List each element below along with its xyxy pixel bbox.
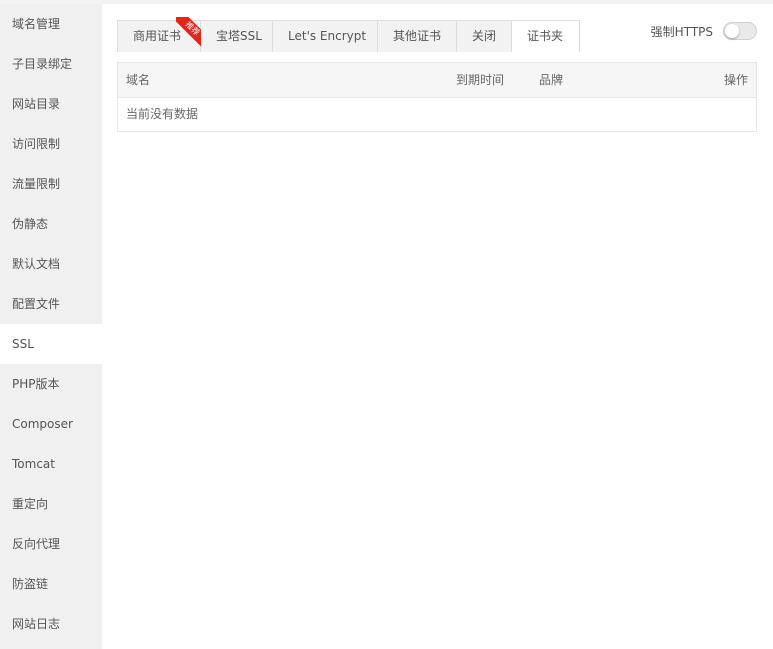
sidebar-item-site-dir[interactable]: 网站目录 (0, 84, 102, 124)
sidebar-item-rewrite[interactable]: 伪静态 (0, 204, 102, 244)
tab-cert-folder[interactable]: 证书夹 (512, 21, 579, 53)
force-https-control: 强制HTTPS (651, 20, 757, 42)
tab-label: 关闭 (472, 29, 497, 43)
column-header-domain: 域名 (126, 73, 151, 87)
sidebar-item-hotlink[interactable]: 防盗链 (0, 564, 102, 604)
sidebar-item-tomcat[interactable]: Tomcat (0, 444, 102, 484)
tab-label: 证书夹 (527, 29, 564, 43)
tab-label: 其他证书 (393, 29, 442, 43)
column-header-brand: 品牌 (539, 73, 564, 87)
sidebar-item-composer[interactable]: Composer (0, 404, 102, 444)
toggle-knob (725, 24, 739, 38)
table-header: 域名 到期时间 品牌 操作 (118, 63, 756, 98)
sidebar-item-redirect[interactable]: 重定向 (0, 484, 102, 524)
tab-lets-encrypt[interactable]: Let's Encrypt (273, 21, 378, 52)
sidebar-item-subdir-binding[interactable]: 子目录绑定 (0, 44, 102, 84)
sidebar-item-access-limit[interactable]: 访问限制 (0, 124, 102, 164)
force-https-toggle[interactable] (723, 22, 757, 40)
empty-state-text: 当前没有数据 (126, 107, 199, 121)
ssl-tabs: 商用证书 推荐 宝塔SSL Let's Encrypt 其他证书 关闭 证书夹 (117, 17, 580, 53)
main-panel: 商用证书 推荐 宝塔SSL Let's Encrypt 其他证书 关闭 证书夹 … (102, 4, 773, 649)
force-https-label: 强制HTTPS (650, 24, 713, 39)
sidebar-item-reverse-proxy[interactable]: 反向代理 (0, 524, 102, 564)
sidebar: 域名管理 子目录绑定 网站目录 访问限制 流量限制 伪静态 默认文档 配置文件 … (0, 4, 102, 649)
sidebar-item-config-file[interactable]: 配置文件 (0, 284, 102, 324)
tab-label: 商用证书 (133, 29, 182, 43)
tab-label: 宝塔SSL (216, 29, 262, 43)
tab-close[interactable]: 关闭 (457, 21, 512, 52)
cert-table: 域名 到期时间 品牌 操作 当前没有数据 (117, 62, 757, 132)
tab-bt-ssl[interactable]: 宝塔SSL (201, 21, 273, 52)
sidebar-item-php-version[interactable]: PHP版本 (0, 364, 102, 404)
tab-commercial-cert[interactable]: 商用证书 推荐 (118, 17, 206, 52)
column-header-actions: 操作 (723, 73, 748, 87)
sidebar-item-ssl[interactable]: SSL (0, 324, 102, 364)
sidebar-item-traffic-limit[interactable]: 流量限制 (0, 164, 102, 204)
tab-label: Let's Encrypt (288, 29, 367, 43)
sidebar-item-site-log[interactable]: 网站日志 (0, 604, 102, 644)
sidebar-item-default-doc[interactable]: 默认文档 (0, 244, 102, 284)
tab-other-cert[interactable]: 其他证书 (378, 21, 457, 52)
sidebar-item-domain[interactable]: 域名管理 (0, 4, 102, 44)
column-header-expiry: 到期时间 (456, 73, 505, 87)
